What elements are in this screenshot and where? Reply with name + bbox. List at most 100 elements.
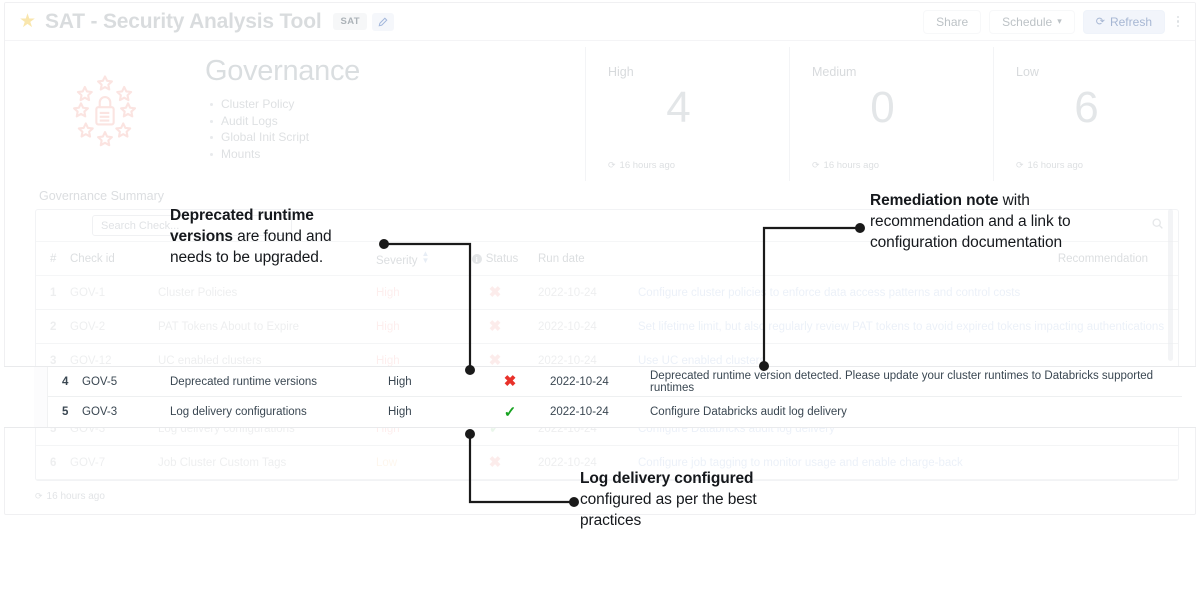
hero-bullet-list: Cluster Policy Audit Logs Global Init Sc… — [205, 96, 585, 162]
table-row-highlighted[interactable]: 5 GOV-3 Log delivery configurations High… — [34, 397, 1182, 427]
hero-bullet-item: Cluster Policy — [210, 96, 585, 113]
cell-severity: Low — [376, 445, 458, 480]
cell-severity: High — [388, 375, 412, 388]
page-title: SAT - Security Analysis Tool — [45, 9, 322, 33]
metric-updated: ⟳ 16 hours ago — [812, 160, 879, 171]
metric-label: Medium — [812, 65, 857, 79]
schedule-button[interactable]: Schedule ▾ — [989, 9, 1075, 34]
annotation-remediation-note: Remediation note with recommendation and… — [870, 190, 1085, 253]
col-header-check-id[interactable]: Check id — [70, 242, 158, 276]
kebab-menu-icon[interactable] — [1169, 15, 1187, 28]
metric-updated: ⟳ 16 hours ago — [608, 160, 675, 171]
cell-recommendation[interactable]: Set lifetime limit, but also regularly r… — [638, 309, 1178, 344]
refresh-icon: ⟳ — [1016, 160, 1024, 170]
hero-bullet-item: Global Init Script — [210, 129, 585, 146]
refresh-icon: ⟳ — [1095, 16, 1105, 28]
cell-check-name: Log delivery configurations — [170, 406, 307, 418]
metric-card-medium: Medium 0 ⟳ 16 hours ago — [789, 47, 993, 181]
status-fail-icon: ✖ — [488, 284, 502, 301]
cell-check-id: GOV-3 — [82, 406, 118, 418]
search-placeholder: Search Check... — [101, 219, 180, 232]
status-pass-icon: ✓ — [503, 403, 517, 421]
cell-check-id: GOV-1 — [70, 275, 158, 310]
cell-recommendation[interactable]: Configure Databricks audit log delivery — [650, 406, 1182, 418]
cell-num: 5 — [62, 406, 69, 418]
annotation-connector-deprecated-runtime — [378, 236, 478, 376]
col-header-status-label: Status — [485, 252, 519, 265]
status-fail-icon: ✖ — [503, 373, 517, 390]
screenshot-root: ★ SAT - Security Analysis Tool SAT Share… — [0, 0, 1200, 597]
table-row[interactable]: 2 GOV-2 PAT Tokens About to Expire High … — [36, 309, 1178, 344]
cell-status: ✖ — [470, 374, 550, 389]
cell-num: 6 — [36, 445, 70, 480]
pencil-icon[interactable] — [371, 12, 394, 31]
hero-title: Governance — [205, 55, 360, 87]
cell-run-date: 2022-10-24 — [550, 406, 609, 418]
table-scrollbar[interactable] — [1168, 209, 1173, 361]
cell-check-name: Job Cluster Custom Tags — [158, 445, 376, 480]
cell-recommendation[interactable]: Deprecated runtime version detected. Ple… — [650, 370, 1182, 394]
metric-updated-label: 16 hours ago — [823, 160, 880, 171]
col-header-run-date[interactable]: Run date — [538, 242, 638, 276]
annotation-bold-text: Log delivery configured — [580, 470, 754, 487]
refresh-button-label: Refresh — [1109, 14, 1152, 29]
search-icon[interactable] — [1151, 217, 1164, 235]
row-gutter — [34, 366, 48, 397]
cell-num: 2 — [36, 309, 70, 344]
metric-updated: ⟳ 16 hours ago — [1016, 160, 1083, 171]
highlighted-rows: 4 GOV-5 Deprecated runtime versions High… — [34, 366, 1182, 427]
hero-section: Governance Cluster Policy Audit Logs Glo… — [5, 41, 1195, 181]
cell-status: ✓ — [470, 405, 550, 420]
cell-severity: High — [388, 406, 412, 418]
share-button[interactable]: Share — [923, 9, 982, 34]
cell-check-id: GOV-7 — [70, 445, 158, 480]
metric-updated-label: 16 hours ago — [619, 160, 676, 171]
cell-check-name: Deprecated runtime versions — [170, 375, 318, 388]
metric-cards: High 4 ⟳ 16 hours ago Medium 0 ⟳ 16 hour… — [585, 41, 1195, 181]
chevron-down-icon: ▾ — [1057, 16, 1062, 26]
hero-logo-area — [5, 41, 205, 181]
hero-bullet-item: Mounts — [210, 146, 585, 163]
annotation-connector-remediation-note — [756, 222, 866, 372]
annotation-rest-text: configured as per the best practices — [580, 491, 757, 529]
hero-bullet-item: Audit Logs — [210, 113, 585, 130]
cell-run-date: 2022-10-24 — [538, 309, 638, 344]
metric-label: Low — [1016, 65, 1039, 79]
star-icon[interactable]: ★ — [19, 12, 36, 31]
metric-value: 0 — [870, 83, 895, 132]
annotation-connector-log-delivery — [462, 428, 582, 518]
metric-label: High — [608, 65, 634, 79]
metric-value: 6 — [1074, 83, 1099, 132]
highlighted-rows-band: 4 GOV-5 Deprecated runtime versions High… — [4, 366, 1196, 428]
annotation-log-delivery: Log delivery configured configured as pe… — [580, 468, 780, 531]
cell-check-name: Cluster Policies — [158, 275, 376, 310]
cell-run-date: 2022-10-24 — [550, 375, 609, 388]
schedule-button-label: Schedule — [1002, 14, 1053, 29]
share-button-label: Share — [936, 14, 969, 29]
table-row[interactable]: 1 GOV-1 Cluster Policies High ✖ 2022-10-… — [36, 275, 1178, 310]
hero-text-area: Governance Cluster Policy Audit Logs Glo… — [205, 41, 585, 181]
gdpr-lock-stars-icon — [57, 63, 153, 159]
row-gutter — [34, 397, 48, 427]
app-topbar: ★ SAT - Security Analysis Tool SAT Share… — [5, 3, 1195, 41]
checks-table: # Check id Severity ▲ ▼ i Status Run date R… — [36, 242, 1178, 480]
refresh-icon: ⟳ — [608, 160, 616, 170]
cell-recommendation[interactable]: Configure cluster policies to enforce da… — [638, 275, 1178, 310]
dashboard-tag: SAT — [333, 13, 367, 30]
cell-check-id: GOV-2 — [70, 309, 158, 344]
metric-card-high: High 4 ⟳ 16 hours ago — [585, 47, 789, 181]
status-fail-icon: ✖ — [488, 318, 502, 335]
refresh-icon: ⟳ — [35, 491, 43, 501]
cell-num: 1 — [36, 275, 70, 310]
cell-num: 4 — [62, 375, 69, 388]
metric-card-low: Low 6 ⟳ 16 hours ago — [993, 47, 1195, 181]
annotation-bold-text: Remediation note — [870, 192, 999, 209]
cell-run-date: 2022-10-24 — [538, 275, 638, 310]
table-footer-label: 16 hours ago — [46, 491, 105, 502]
metric-updated-label: 16 hours ago — [1027, 160, 1084, 171]
refresh-button[interactable]: ⟳ Refresh — [1082, 9, 1165, 34]
cell-check-id: GOV-5 — [82, 375, 118, 388]
table-row-highlighted[interactable]: 4 GOV-5 Deprecated runtime versions High… — [34, 366, 1182, 397]
cell-check-name: PAT Tokens About to Expire — [158, 309, 376, 344]
refresh-icon: ⟳ — [812, 160, 820, 170]
